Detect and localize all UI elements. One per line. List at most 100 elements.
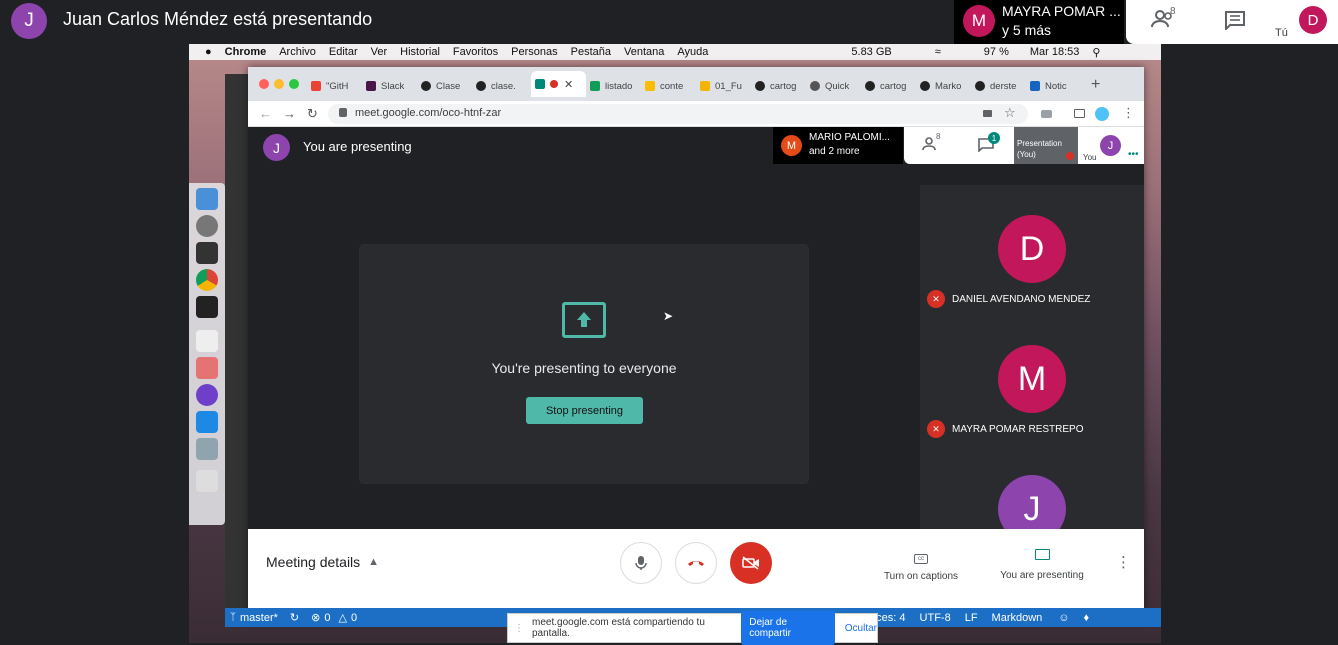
preview-icon[interactable] [196,438,218,460]
bell-icon[interactable]: ♦ [1084,612,1090,624]
trash-icon[interactable] [196,470,218,492]
omnibox[interactable]: meet.google.com/oco-htnf-zar ☆ [328,104,1028,124]
stop-presenting-button[interactable]: Stop presenting [526,397,643,424]
menu-item[interactable]: Pestaña [571,46,611,58]
you-are-presenting-button[interactable]: You are presenting [994,547,1090,581]
warning-icon[interactable]: △ [338,611,346,624]
macos-dock [189,183,225,525]
forward-icon[interactable]: → [283,106,296,121]
browser-tab[interactable]: cartog [755,75,807,97]
hang-up-icon [688,561,704,566]
tab-strip: "GitH Slack Clase clase. ✕ listado conte… [248,67,1144,101]
terminal-icon[interactable] [196,296,218,318]
participant-tile-avatar: M [998,345,1066,413]
github-icon [755,81,765,91]
menu-item[interactable]: Personas [511,46,557,58]
hide-button[interactable]: Ocultar [845,623,877,634]
camera-icon[interactable] [983,110,992,117]
menu-item[interactable]: Ver [371,46,388,58]
spotlight-icon[interactable]: ⚲ [1092,46,1100,59]
new-tab-button[interactable]: + [1091,76,1100,94]
screenshot-extension-icon[interactable] [1041,110,1052,118]
github-icon[interactable] [196,384,218,406]
browser-tab[interactable]: Marko [920,75,972,97]
cast-icon[interactable] [1074,109,1085,118]
branch-name[interactable]: master* [240,612,278,624]
screen-share-icon[interactable] [196,357,218,379]
menu-item[interactable]: Ayuda [677,46,708,58]
hang-up-button[interactable] [675,542,717,584]
smiley-icon[interactable]: ☺ [1058,612,1069,624]
browser-tab[interactable]: listado [590,75,642,97]
drag-handle-icon[interactable]: ⋮ [514,623,524,634]
browser-tab[interactable]: Notic [1030,75,1082,97]
sync-icon[interactable]: ↻ [290,611,299,624]
chrome-icon[interactable] [196,269,218,291]
browser-tab[interactable]: derste [975,75,1027,97]
menu-item[interactable]: Editar [329,46,358,58]
menu-item[interactable]: Favoritos [453,46,498,58]
chevron-up-icon: ▲ [368,556,380,568]
browser-tab[interactable]: Quick [810,75,862,97]
app-icon[interactable] [196,242,218,264]
menu-app-name[interactable]: Chrome [225,46,267,58]
browser-tab[interactable]: Clase [421,75,473,97]
browser-tab[interactable]: cartog [865,75,917,97]
maximize-window-button[interactable] [289,79,299,89]
menu-item[interactable]: Archivo [279,46,316,58]
address-bar-row: ← → ↻ meet.google.com/oco-htnf-zar ☆ ⋮ [248,101,1144,127]
inner-people-button[interactable]: 8 [922,132,940,157]
error-icon[interactable]: ⊗ [311,611,320,624]
chat-button[interactable] [1224,10,1248,32]
tab-label: Quick [825,80,850,92]
browser-tab[interactable]: "GitH [311,75,363,97]
camera-off-button[interactable] [730,542,772,584]
extension-icon[interactable] [1095,107,1109,121]
close-window-button[interactable] [259,79,269,89]
presentation-tile[interactable]: Presentation (You) [1014,127,1078,164]
inner-self-tile[interactable]: J You ••• [1080,127,1144,164]
stop-sharing-button[interactable]: Dejar de compartir [741,611,835,645]
tab-close-icon[interactable]: ✕ [564,78,573,91]
browser-tab[interactable]: Slack [366,75,418,97]
inner-chat-button[interactable]: 1 [978,132,1000,157]
apple-icon[interactable]: ● [205,46,212,58]
menu-item[interactable]: Historial [400,46,440,58]
encoding-indicator[interactable]: UTF-8 [920,612,951,624]
deezer-icon[interactable] [196,330,218,352]
finder-icon[interactable] [196,188,218,210]
launchpad-icon[interactable] [196,215,218,237]
browser-tab[interactable]: clase. [476,75,528,97]
wifi-icon[interactable]: ≈ [935,46,941,58]
back-icon[interactable]: ← [259,106,272,121]
meeting-details-button[interactable]: Meeting details ▲ [266,554,379,570]
tab-label: Clase [436,80,461,92]
people-button[interactable]: 8 [1150,6,1180,34]
menu-item[interactable]: Ventana [624,46,664,58]
mic-button[interactable] [620,542,662,584]
more-dots-icon[interactable]: ••• [1128,149,1139,160]
slides-icon [700,81,710,91]
minimize-window-button[interactable] [274,79,284,89]
you-are-presenting-label: You are presenting [1000,570,1084,581]
quick-icon [810,81,820,91]
vscode-icon[interactable] [196,411,218,433]
tab-label: listado [605,80,633,92]
participant-chip[interactable]: M MAYRA POMAR ... y 5 más [954,0,1124,44]
bookmark-star-icon[interactable]: ☆ [1004,105,1016,121]
browser-tab-active[interactable]: ✕ [531,71,586,97]
browser-tab[interactable]: 01_Fu [700,75,752,97]
eol-indicator[interactable]: LF [965,612,978,624]
url-text: meet.google.com/oco-htnf-zar [355,107,502,119]
chrome-menu-icon[interactable]: ⋮ [1122,105,1135,121]
more-options-icon[interactable]: ⋮ [1116,553,1131,571]
language-indicator[interactable]: Markdown [992,612,1043,624]
captions-button[interactable]: cc Turn on captions [878,547,964,582]
browser-tab[interactable]: conte [645,75,697,97]
inner-participant-chip[interactable]: M MARIO PALOMI... and 2 more [773,127,903,164]
captions-label: Turn on captions [883,571,959,582]
inner-top-controls: 8 1 Presentation (You) J You ••• [904,127,1144,164]
reload-icon[interactable]: ↻ [307,106,318,122]
self-preview-tile[interactable]: D Tú [1272,0,1338,44]
chrome-window: "GitH Slack Clase clase. ✕ listado conte… [248,67,1144,619]
